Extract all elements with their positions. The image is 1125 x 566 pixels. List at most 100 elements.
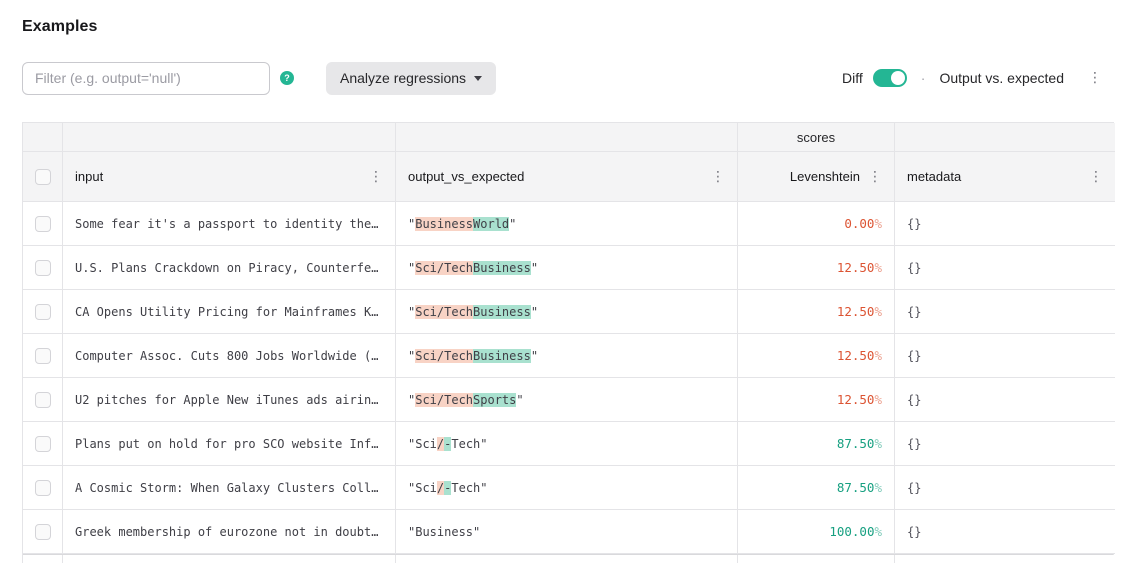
score-cell[interactable]: 12.50% (738, 334, 895, 378)
input-cell[interactable]: U.S. Plans Crackdown on Piracy, Counterf… (63, 246, 396, 290)
help-icon[interactable]: ? (280, 71, 294, 85)
table-row: CA Opens Utility Pricing for Mainframes … (23, 290, 1113, 334)
diff-deleted-text: Sci/Tech (415, 349, 473, 363)
output-cell[interactable]: "Sci/-Tech" (396, 466, 738, 510)
diff-plain-text: " (531, 305, 538, 319)
metadata-cell[interactable]: {} (895, 202, 1115, 246)
output-cell[interactable]: "Sci/TechBusiness" (396, 334, 738, 378)
page: Examples ? Analyze regressions Diff · Ou… (0, 0, 1125, 563)
metadata-cell[interactable]: {} (895, 290, 1115, 334)
input-cell[interactable]: A Cosmic Storm: When Galaxy Clusters Col… (63, 466, 396, 510)
view-mode-label: Output vs. expected (939, 70, 1064, 86)
header-cell-metadata[interactable]: metadata ⋮ (895, 152, 1115, 202)
metadata-cell[interactable]: {} (895, 510, 1115, 554)
diff-plain-text: " (408, 261, 415, 275)
output-cell[interactable]: "Sci/TechSports" (396, 378, 738, 422)
row-checkbox[interactable] (35, 348, 51, 364)
header-cell-score[interactable]: Levenshtein ⋮ (738, 152, 895, 202)
output-cell[interactable]: "Sci/TechBusiness" (396, 290, 738, 334)
group-cell-scores: scores (738, 123, 895, 152)
score-cell[interactable]: 12.50% (738, 378, 895, 422)
analyze-regressions-label: Analyze regressions (340, 70, 466, 86)
input-cell[interactable]: Some fear it's a passport to identity th… (63, 202, 396, 246)
metadata-cell[interactable]: {} (895, 378, 1115, 422)
diff-deleted-text: / (437, 437, 444, 451)
score-cell[interactable]: 0.00% (738, 202, 895, 246)
input-column-menu-icon[interactable]: ⋮ (369, 170, 383, 184)
row-checkbox[interactable] (35, 524, 51, 540)
metadata-cell[interactable]: {} (895, 422, 1115, 466)
header-cell-input[interactable]: input ⋮ (63, 152, 396, 202)
input-cell[interactable]: CA Opens Utility Pricing for Mainframes … (63, 290, 396, 334)
group-cell-metadata (895, 123, 1115, 152)
output-cell[interactable]: "Business" (396, 510, 738, 554)
input-cell[interactable]: Plans put on hold for pro SCO website In… (63, 422, 396, 466)
row-checkbox[interactable] (35, 392, 51, 408)
row-checkbox[interactable] (35, 304, 51, 320)
diff-plain-text: Tech" (451, 437, 487, 451)
diff-inserted-text: - (444, 437, 451, 451)
diff-plain-text: " (531, 261, 538, 275)
score-value: 12.50% (837, 392, 882, 407)
diff-deleted-text: Business (415, 217, 473, 231)
percent-sign: % (874, 304, 882, 319)
row-checkbox[interactable] (35, 260, 51, 276)
score-cell[interactable]: 12.50% (738, 290, 895, 334)
output-column-menu-icon[interactable]: ⋮ (711, 170, 725, 184)
header-cell-check (23, 152, 63, 202)
group-header-row: scores (23, 123, 1113, 152)
percent-sign: % (874, 392, 882, 407)
group-cell-check (23, 123, 63, 152)
input-cell[interactable]: Computer Assoc. Cuts 800 Jobs Worldwide … (63, 334, 396, 378)
diff-inserted-text: Sports (473, 393, 516, 407)
row-checkbox[interactable] (35, 216, 51, 232)
diff-deleted-text: / (437, 481, 444, 495)
metadata-cell[interactable]: {} (895, 246, 1115, 290)
row-checkbox[interactable] (35, 480, 51, 496)
group-cell-output (396, 123, 738, 152)
input-cell[interactable]: U2 pitches for Apple New iTunes ads airi… (63, 378, 396, 422)
diff-inserted-text: Business (473, 349, 531, 363)
metadata-column-label: metadata (907, 169, 961, 184)
diff-plain-text: " (408, 217, 415, 231)
score-value: 12.50% (837, 348, 882, 363)
output-cell[interactable]: "BusinessWorld" (396, 202, 738, 246)
score-cell[interactable]: 87.50% (738, 466, 895, 510)
input-cell[interactable]: Greek membership of eurozone not in doub… (63, 510, 396, 554)
diff-plain-text: " (408, 349, 415, 363)
metadata-cell[interactable]: {} (895, 466, 1115, 510)
diff-plain-text: "Business" (408, 525, 480, 539)
diff-plain-text: " (408, 393, 415, 407)
score-value: 100.00% (829, 524, 882, 539)
diff-label: Diff (842, 70, 863, 86)
metadata-column-menu-icon[interactable]: ⋮ (1089, 170, 1103, 184)
diff-inserted-text: World (473, 217, 509, 231)
diff-deleted-text: Sci/Tech (415, 393, 473, 407)
levenshtein-column-menu-icon[interactable]: ⋮ (868, 170, 882, 184)
page-title: Examples (22, 18, 1114, 36)
select-all-checkbox[interactable] (35, 169, 51, 185)
diff-toggle[interactable] (873, 69, 907, 87)
input-column-label: input (75, 169, 103, 184)
table-row: Computer Assoc. Cuts 800 Jobs Worldwide … (23, 334, 1113, 378)
output-column-label: output_vs_expected (408, 169, 524, 184)
output-cell[interactable]: "Sci/TechBusiness" (396, 246, 738, 290)
table-body: Some fear it's a passport to identity th… (23, 202, 1113, 554)
metadata-cell[interactable]: {} (895, 334, 1115, 378)
score-cell[interactable]: 100.00% (738, 510, 895, 554)
table-row: A Cosmic Storm: When Galaxy Clusters Col… (23, 466, 1113, 510)
diff-inserted-text: Business (473, 261, 531, 275)
analyze-regressions-button[interactable]: Analyze regressions (326, 62, 496, 95)
filter-input[interactable] (22, 62, 270, 95)
score-cell[interactable]: 12.50% (738, 246, 895, 290)
diff-inserted-text: - (444, 481, 451, 495)
diff-plain-text: " (531, 349, 538, 363)
score-cell[interactable]: 87.50% (738, 422, 895, 466)
percent-sign: % (874, 524, 882, 539)
examples-table: scores input ⋮ output_vs_expected ⋮ (22, 122, 1114, 563)
row-checkbox[interactable] (35, 436, 51, 452)
output-cell[interactable]: "Sci/-Tech" (396, 422, 738, 466)
table-row: Plans put on hold for pro SCO website In… (23, 422, 1113, 466)
view-options-menu-icon[interactable]: ⋮ (1088, 71, 1102, 85)
header-cell-output[interactable]: output_vs_expected ⋮ (396, 152, 738, 202)
